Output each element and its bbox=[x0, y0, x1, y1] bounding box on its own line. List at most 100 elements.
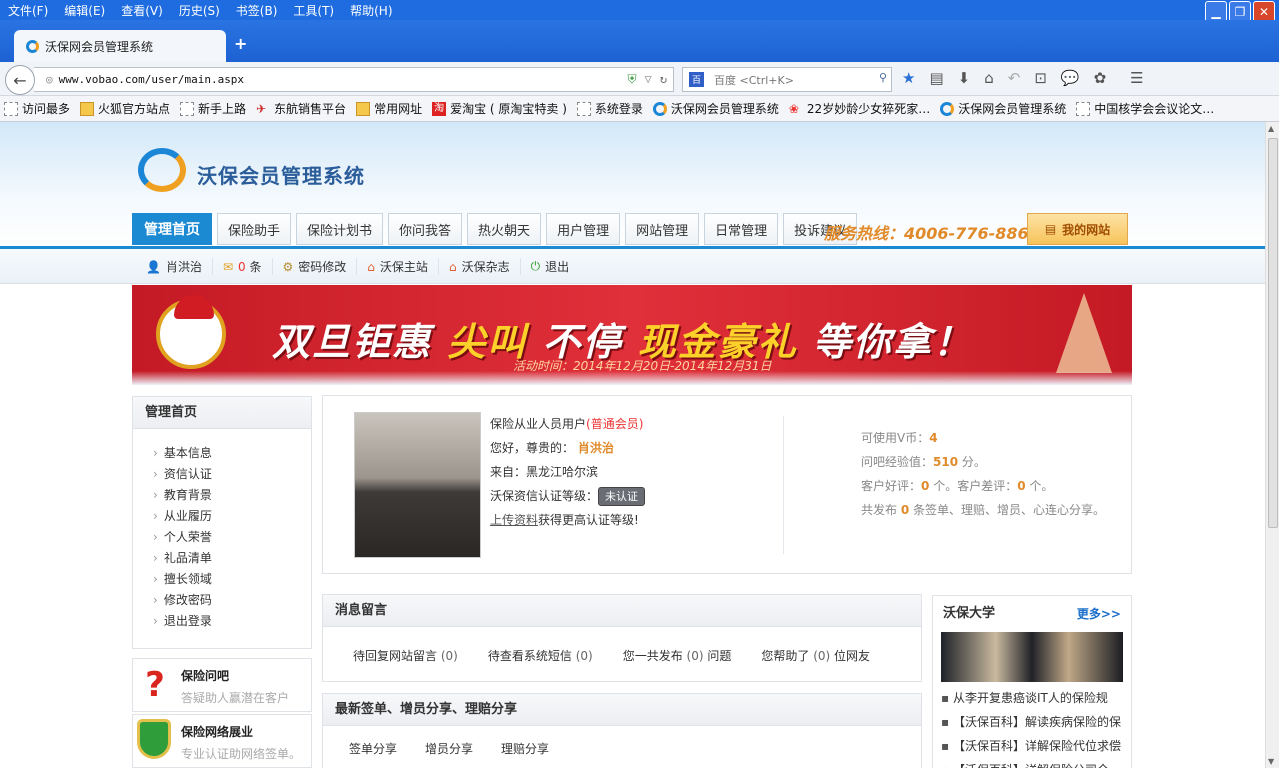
bookmark-item[interactable]: 沃保网会员管理系统 bbox=[652, 100, 779, 117]
bookmark-item[interactable]: 沃保网会员管理系统 bbox=[940, 100, 1066, 117]
bookmarks-bar: 访问最多 火狐官方站点 新手上路 ✈ 东航销售平台 常用网址 淘爱淘宝 ( 原淘宝… bbox=[0, 96, 1279, 122]
more-link[interactable]: 更多>> bbox=[1077, 596, 1121, 632]
scroll-down-icon[interactable]: ▼ bbox=[1268, 757, 1274, 766]
cert-level: 沃保资信认证等级： 未认证 bbox=[490, 484, 646, 508]
upload-link[interactable]: 上传资料 bbox=[490, 513, 538, 527]
helped-users[interactable]: 您帮助了 (0) 位网友 bbox=[761, 647, 870, 664]
vertical-scrollbar[interactable]: ▲ ▼ bbox=[1265, 122, 1279, 768]
user-name-item[interactable]: 👤 肖洪治 bbox=[136, 258, 213, 275]
maximize-button[interactable]: ❐ bbox=[1229, 1, 1251, 22]
promo-online-business[interactable]: 保险网络展业 专业认证助网络签单。 bbox=[132, 714, 312, 768]
logout-item[interactable]: ⏻ 退出 bbox=[521, 258, 580, 275]
url-bar[interactable]: ◎ www.vobao.com/user/main.aspx ⛨ ▽ ↻ bbox=[34, 67, 674, 92]
menu-help[interactable]: 帮助(H) bbox=[342, 2, 400, 19]
menu-bookmarks[interactable]: 书签(B) bbox=[228, 2, 286, 19]
sidebar-item-gifts[interactable]: 礼品清单 bbox=[153, 548, 311, 569]
home-icon[interactable]: ⌂ bbox=[984, 69, 994, 87]
bookmark-item[interactable]: 常用网址 bbox=[356, 100, 422, 117]
promo-banner[interactable]: 双旦钜惠 尖叫 不停 现金豪礼 等你拿！ 活动时间：2014年12月20日-20… bbox=[132, 285, 1132, 385]
chat-icon[interactable]: 💬 bbox=[1061, 69, 1080, 87]
nav-site-manage[interactable]: 网站管理 bbox=[625, 213, 700, 245]
tab-claim-share[interactable]: 理赔分享 bbox=[501, 740, 549, 757]
list-item[interactable]: 【沃保百科】详解保险代位求偿 bbox=[941, 734, 1127, 758]
promo-insurance-qa[interactable]: ? 保险问吧 答疑助人赢潜在客户 bbox=[132, 658, 312, 712]
nav-daily-manage[interactable]: 日常管理 bbox=[704, 213, 779, 245]
undo-icon[interactable]: ↶ bbox=[1008, 69, 1021, 87]
published-questions[interactable]: 您一共发布 (0) 问题 bbox=[623, 647, 732, 664]
crop-icon[interactable]: ⊡ bbox=[1034, 69, 1047, 87]
browser-tab[interactable]: 沃保网会员管理系统 bbox=[14, 30, 226, 62]
nav-home[interactable]: 管理首页 bbox=[132, 213, 212, 245]
list-item[interactable]: 【沃保百科】解读疾病保险的保 bbox=[941, 710, 1127, 734]
tab-sign-share[interactable]: 签单分享 bbox=[349, 740, 397, 757]
bookmark-item[interactable]: 访问最多 bbox=[4, 100, 70, 117]
list-item[interactable]: 从李开复患癌谈IT人的保险规 bbox=[941, 686, 1127, 710]
list-item[interactable]: 【沃保百科】详解保险公司全 bbox=[941, 758, 1127, 768]
upload-row: 上传资料获得更高认证等级! bbox=[490, 513, 639, 527]
page-icon bbox=[576, 101, 591, 116]
url-text: www.vobao.com/user/main.aspx bbox=[58, 73, 245, 86]
page-icon bbox=[180, 101, 195, 116]
sidebar-item-basic-info[interactable]: 基本信息 bbox=[153, 443, 311, 464]
sidebar-item-education[interactable]: 教育背景 bbox=[153, 485, 311, 506]
download-icon[interactable]: ⬇ bbox=[958, 69, 971, 87]
search-page-icon bbox=[4, 101, 18, 116]
close-button[interactable]: ✕ bbox=[1253, 1, 1275, 22]
main-nav: 管理首页 保险助手 保险计划书 你问我答 热火朝天 用户管理 网站管理 日常管理… bbox=[132, 213, 858, 245]
bookmark-item[interactable]: ✈ 东航销售平台 bbox=[256, 100, 346, 117]
star-icon[interactable]: ★ bbox=[902, 69, 915, 87]
menu-tools[interactable]: 工具(T) bbox=[285, 2, 342, 19]
dropdown-icon[interactable]: ▽ bbox=[645, 72, 652, 87]
bookmark-item[interactable]: ❀ 22岁妙龄少女猝死家… bbox=[789, 100, 930, 117]
sidebar-item-honors[interactable]: 个人荣誉 bbox=[153, 527, 311, 548]
hamburger-menu-icon[interactable]: ☰ bbox=[1130, 69, 1143, 87]
change-password-item[interactable]: ⚙ 密码修改 bbox=[273, 258, 358, 275]
unread-sms[interactable]: 待查看系统短信 (0) bbox=[488, 647, 593, 664]
plane-icon: ✈ bbox=[256, 101, 267, 116]
graduates-image[interactable] bbox=[941, 632, 1123, 682]
messages-title: 消息留言 bbox=[323, 595, 921, 627]
nav-user-manage[interactable]: 用户管理 bbox=[546, 213, 621, 245]
location: 来自：黑龙江哈尔滨 bbox=[490, 465, 599, 479]
messages-item[interactable]: ✉ 0 条 bbox=[213, 258, 273, 275]
sidebar-item-expertise[interactable]: 擅长领域 bbox=[153, 569, 311, 590]
back-button[interactable]: ← bbox=[5, 65, 35, 95]
shield-check-icon[interactable]: ⛨ bbox=[628, 72, 637, 87]
sidebar-item-work-history[interactable]: 从业履历 bbox=[153, 506, 311, 527]
my-site-button[interactable]: ▤ 我的网站 bbox=[1027, 213, 1128, 245]
menu-history[interactable]: 历史(S) bbox=[171, 2, 228, 19]
sidebar-item-logout[interactable]: 退出登录 bbox=[153, 611, 311, 632]
nav-hot[interactable]: 热火朝天 bbox=[467, 213, 542, 245]
bookmarks-list-icon[interactable]: ▤ bbox=[929, 69, 943, 87]
firefox-icon bbox=[652, 101, 667, 116]
nav-insurance-plan[interactable]: 保险计划书 bbox=[296, 213, 384, 245]
bookmark-item[interactable]: 系统登录 bbox=[576, 100, 643, 117]
reload-icon[interactable]: ↻ bbox=[660, 72, 667, 87]
sidebar-item-credit-cert[interactable]: 资信认证 bbox=[153, 464, 311, 485]
main-site-item[interactable]: ⌂ 沃保主站 bbox=[357, 258, 439, 275]
bookmark-item[interactable]: 中国核学会会议论文… bbox=[1076, 100, 1214, 117]
minimize-button[interactable]: ▁ bbox=[1205, 1, 1227, 22]
scroll-thumb[interactable] bbox=[1268, 138, 1278, 528]
bookmark-item[interactable]: 新手上路 bbox=[180, 100, 246, 117]
search-box[interactable]: 百 百度 <Ctrl+K> ⚲ bbox=[682, 67, 892, 92]
menu-edit[interactable]: 编辑(E) bbox=[56, 2, 113, 19]
tab-recruit-share[interactable]: 增员分享 bbox=[425, 740, 473, 757]
sidebar-item-change-password[interactable]: 修改密码 bbox=[153, 590, 311, 611]
addon-icon[interactable]: ✿ bbox=[1094, 69, 1107, 87]
avatar[interactable] bbox=[354, 412, 481, 558]
sidebar: 管理首页 基本信息 资信认证 教育背景 从业履历 个人荣誉 礼品清单 擅长领域 … bbox=[132, 396, 312, 649]
bookmark-item[interactable]: 火狐官方站点 bbox=[80, 100, 170, 117]
nav-qa[interactable]: 你问我答 bbox=[388, 213, 463, 245]
scroll-up-icon[interactable]: ▲ bbox=[1268, 124, 1274, 133]
menu-view[interactable]: 查看(V) bbox=[113, 2, 171, 19]
nav-insurance-assistant[interactable]: 保险助手 bbox=[217, 213, 292, 245]
bookmark-item[interactable]: 淘爱淘宝 ( 原淘宝特卖 ) bbox=[432, 100, 567, 117]
menu-file[interactable]: 文件(F) bbox=[0, 2, 56, 19]
window-controls: ▁ ❐ ✕ bbox=[1205, 1, 1275, 22]
magazine-item[interactable]: ⌂ 沃保杂志 bbox=[439, 258, 521, 275]
new-tab-button[interactable]: + bbox=[234, 34, 247, 53]
vobao-logo-icon[interactable] bbox=[138, 148, 186, 192]
pending-replies[interactable]: 待回复网站留言 (0) bbox=[353, 647, 458, 664]
search-icon[interactable]: ⚲ bbox=[879, 71, 887, 84]
